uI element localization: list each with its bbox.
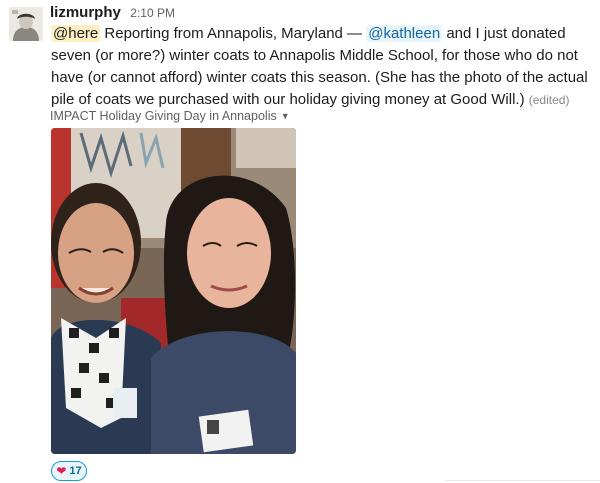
edited-label: (edited)	[528, 93, 570, 107]
mention-user[interactable]: @kathleen	[366, 25, 443, 42]
heart-icon: ❤	[56, 464, 67, 478]
timestamp[interactable]: 2:10 PM	[130, 6, 175, 20]
avatar[interactable]	[9, 7, 43, 41]
reaction-heart[interactable]: ❤ 17	[51, 461, 87, 481]
attachment-title[interactable]: IMPACT Holiday Giving Day in Annapolis ▼	[50, 109, 290, 123]
divider	[445, 480, 600, 481]
attachment-photo[interactable]	[51, 128, 296, 454]
message-text: @here Reporting from Annapolis, Maryland…	[51, 23, 596, 111]
message-header: lizmurphy 2:10 PM	[50, 4, 175, 24]
caret-down-icon[interactable]: ▼	[281, 111, 290, 121]
message-text-part1: Reporting from Annapolis, Maryland —	[100, 25, 367, 42]
reaction-count: 17	[69, 465, 82, 477]
attachment-title-text: IMPACT Holiday Giving Day in Annapolis	[50, 109, 277, 123]
username[interactable]: lizmurphy	[50, 4, 121, 21]
message: lizmurphy 2:10 PM @here Reporting from A…	[0, 0, 600, 483]
mention-here[interactable]: @here	[51, 25, 101, 42]
